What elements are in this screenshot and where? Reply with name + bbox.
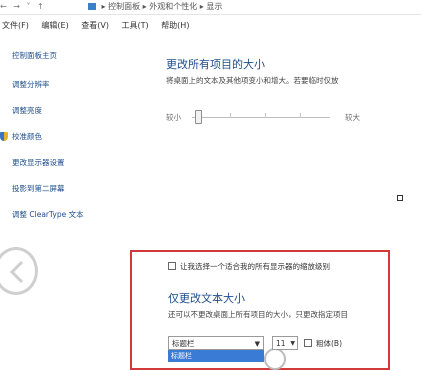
text-size-panel: 让我选择一个适合我的所有显示器的缩放级别 仅更改文本大小 还可以不更改桌面上所有… xyxy=(130,250,390,370)
size-slider-thumb[interactable] xyxy=(195,110,202,124)
shield-icon xyxy=(0,132,8,141)
size-slider-track[interactable] xyxy=(192,117,330,118)
breadcrumb-sep: ▸ xyxy=(142,2,147,11)
breadcrumb-appearance[interactable]: 外观和个性化 xyxy=(149,2,197,11)
sidebar-item-calibrate-color[interactable]: 校准颜色 xyxy=(0,131,162,143)
custom-scaling-checkbox[interactable] xyxy=(168,262,176,270)
item-select-option[interactable]: 标题栏 xyxy=(168,350,264,362)
menu-help[interactable]: 帮助(H) xyxy=(161,18,189,34)
back-button[interactable] xyxy=(0,247,38,295)
text-size-description: 还可以不更改桌面上所有项目的大小，只更改指定项目 xyxy=(168,310,348,319)
slider-max-label: 较大 xyxy=(345,113,360,122)
sidebar-item-project[interactable]: 投影到第二屏幕 xyxy=(12,183,162,195)
resize-handle[interactable] xyxy=(397,195,403,201)
size-select-value: 11 xyxy=(276,339,286,348)
control-panel-icon xyxy=(88,3,96,10)
loading-indicator xyxy=(264,348,286,370)
slider-tick xyxy=(230,113,231,118)
chevron-down-icon: ▼ xyxy=(254,340,260,348)
breadcrumb-sep: ▸ xyxy=(199,2,204,11)
sidebar-item-resolution[interactable]: 调整分辨率 xyxy=(12,79,162,91)
sidebar-item-home[interactable]: 控制面板主页 xyxy=(12,50,162,62)
menu-edit[interactable]: 编辑(E) xyxy=(41,18,68,34)
custom-scaling-option[interactable]: 让我选择一个适合我的所有显示器的缩放级别 xyxy=(168,261,330,272)
breadcrumb-control-panel[interactable]: 控制面板 xyxy=(108,2,140,11)
breadcrumb-display[interactable]: 显示 xyxy=(206,2,222,11)
sidebar-item-cleartype[interactable]: 调整 ClearType 文本 xyxy=(12,209,162,221)
size-select[interactable]: 11 ▼ xyxy=(272,336,298,350)
breadcrumb: ▸ 控制面板 ▸ 外观和个性化 ▸ 显示 xyxy=(88,0,222,14)
sidebar-item-label: 校准颜色 xyxy=(12,132,42,141)
custom-scaling-label: 让我选择一个适合我的所有显示器的缩放级别 xyxy=(180,262,330,271)
slider-min-label: 较小 xyxy=(166,113,181,122)
chevron-down-icon: ▼ xyxy=(290,340,295,347)
item-select[interactable]: 标题栏 ▼ xyxy=(168,336,264,350)
address-bar: ← → ˅ ↑ ▸ 控制面板 ▸ 外观和个性化 ▸ 显示 xyxy=(0,0,421,15)
menu-file[interactable]: 文件(F) xyxy=(2,18,29,34)
sidebar-item-display-settings[interactable]: 更改显示器设置 xyxy=(12,157,162,169)
slider-tick xyxy=(300,113,301,118)
sidebar: 控制面板主页 调整分辨率 调整亮度 校准颜色 更改显示器设置 投影到第二屏幕 调… xyxy=(0,50,162,235)
item-select-value: 标题栏 xyxy=(172,339,195,348)
chevron-left-icon xyxy=(9,260,24,284)
menu-view[interactable]: 查看(V) xyxy=(81,18,109,34)
sidebar-item-brightness[interactable]: 调整亮度 xyxy=(12,105,162,117)
text-size-title: 仅更改文本大小 xyxy=(168,292,245,305)
bold-label: 粗体(B) xyxy=(316,339,342,348)
page-title: 更改所有项目的大小 xyxy=(166,58,265,71)
nav-buttons[interactable]: ← → ˅ ↑ xyxy=(0,0,46,14)
slider-tick xyxy=(265,113,266,118)
bold-option[interactable]: 粗体(B) xyxy=(304,338,342,349)
bold-checkbox[interactable] xyxy=(304,339,312,347)
menu-bar: 文件(F) 编辑(E) 查看(V) 工具(T) 帮助(H) xyxy=(0,18,421,34)
breadcrumb-sep: ▸ xyxy=(101,2,106,11)
menu-tools[interactable]: 工具(T) xyxy=(122,18,149,34)
page-description: 将桌面上的文本及其他项变小和增大。若要临时仅放 xyxy=(166,76,339,85)
